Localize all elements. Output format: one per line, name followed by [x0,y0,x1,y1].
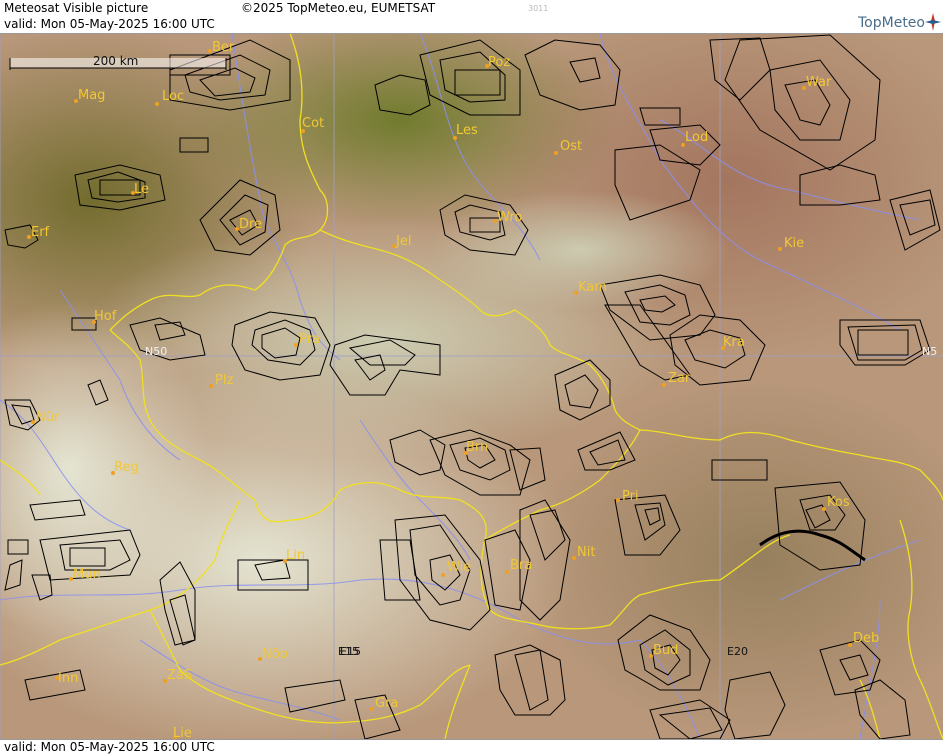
svg-text:Mag: Mag [78,88,105,103]
city-le[interactable]: Le [131,182,149,197]
svg-text:Erf: Erf [31,225,50,240]
svg-text:Kos: Kos [827,495,850,510]
grid-label-n50-right: N5 [922,345,937,358]
city-inn[interactable]: Inn [55,671,78,686]
svg-text:Hof: Hof [94,309,117,324]
city-kam[interactable]: Kam [574,280,607,295]
svg-text:Deb: Deb [853,631,879,646]
svg-text:Kra: Kra [723,335,745,350]
svg-text:Zar: Zar [668,371,691,386]
city-bra[interactable]: Bra [505,558,532,574]
compass-star-icon [925,13,941,31]
svg-text:Jel: Jel [395,234,411,249]
city-reg[interactable]: Reg [111,460,139,475]
svg-text:Brn: Brn [466,440,488,455]
svg-text:Les: Les [456,123,478,138]
svg-text:Nür: Nür [36,410,60,425]
svg-text:Reg: Reg [114,460,139,475]
svg-text:Kam: Kam [578,280,607,295]
city-mun[interactable]: Mün [69,567,101,582]
grid-label-e20: E20 [727,645,748,658]
svg-text:Nöb: Nöb [262,647,288,662]
city-zas[interactable]: ZaS [163,668,192,683]
svg-text:Loc: Loc [162,89,184,104]
city-deb[interactable]: Deb [848,631,879,647]
city-ber[interactable]: Ber [208,40,235,55]
header-bar: Meteosat Visible picture ©2025 TopMeteo.… [0,0,943,34]
footer-bar: valid: Mon 05-May-2025 16:00 UTC [0,739,943,754]
svg-text:Nit: Nit [577,545,595,560]
svg-text:Wie: Wie [447,560,471,575]
svg-text:Lie: Lie [173,726,192,739]
svg-text:Bra: Bra [510,558,532,573]
svg-text:War: War [806,75,832,90]
svg-text:Kie: Kie [784,236,804,251]
svg-text:Pri: Pri [622,489,639,504]
svg-text:Dre: Dre [239,217,262,232]
city-lie[interactable]: Lie [173,726,192,739]
city-lin[interactable]: Lin [283,548,305,563]
svg-text:Gra: Gra [375,696,398,711]
copyright-notice: ©2025 TopMeteo.eu, EUMETSAT [241,1,436,15]
city-war[interactable]: War [802,75,832,90]
svg-text:Le: Le [134,182,149,197]
city-wro[interactable]: Wro [493,210,522,225]
city-nur[interactable]: Nür [31,410,60,425]
city-lod[interactable]: Lod [681,130,708,147]
city-cot[interactable]: Cot [301,116,324,133]
city-dre[interactable]: Dre [235,217,262,232]
svg-text:Lod: Lod [685,130,708,145]
scale-label: 200 km [93,54,138,68]
city-nob[interactable]: Nöb [258,647,288,662]
grid-label-e15: E15 [340,645,361,658]
city-kra[interactable]: Kra [721,335,745,350]
footer-valid-time: valid: Mon 05-May-2025 16:00 UTC [4,740,215,754]
city-bud[interactable]: Bud [649,643,678,658]
city-poz[interactable]: Poz [485,55,510,70]
satellite-map[interactable]: Ber Poz War Mag Loc Cot Les Lod Ost Le W… [0,33,943,739]
svg-text:Wro: Wro [497,210,522,225]
city-brn[interactable]: Brn [464,440,488,455]
map-viewer: Meteosat Visible picture ©2025 TopMeteo.… [0,0,943,754]
svg-text:Lin: Lin [286,548,305,563]
svg-text:Mün: Mün [73,567,101,582]
svg-text:Bud: Bud [653,643,678,658]
image-title: Meteosat Visible picture [4,1,149,15]
svg-text:Pra: Pra [299,332,320,347]
valid-time: valid: Mon 05-May-2025 16:00 UTC [4,17,215,31]
svg-text:Ber: Ber [212,40,235,55]
topmeteo-logo[interactable]: TopMeteo [858,15,925,31]
city-erf[interactable]: Erf [27,225,50,240]
city-les[interactable]: Les [453,123,478,140]
image-code: 3011 [528,4,549,13]
svg-text:Cot: Cot [302,116,324,131]
city-gra[interactable]: Gra [370,696,398,711]
city-hof[interactable]: Hof [92,309,117,324]
grid-label-n50-left: N50 [145,345,167,358]
svg-text:Poz: Poz [488,55,510,70]
svg-text:ZaS: ZaS [167,668,192,683]
city-kos[interactable]: Kos [822,495,850,511]
svg-text:Ost: Ost [560,139,582,154]
city-mag[interactable]: Mag [74,88,105,103]
svg-text:Inn: Inn [58,671,78,686]
svg-text:Plz: Plz [215,373,233,388]
